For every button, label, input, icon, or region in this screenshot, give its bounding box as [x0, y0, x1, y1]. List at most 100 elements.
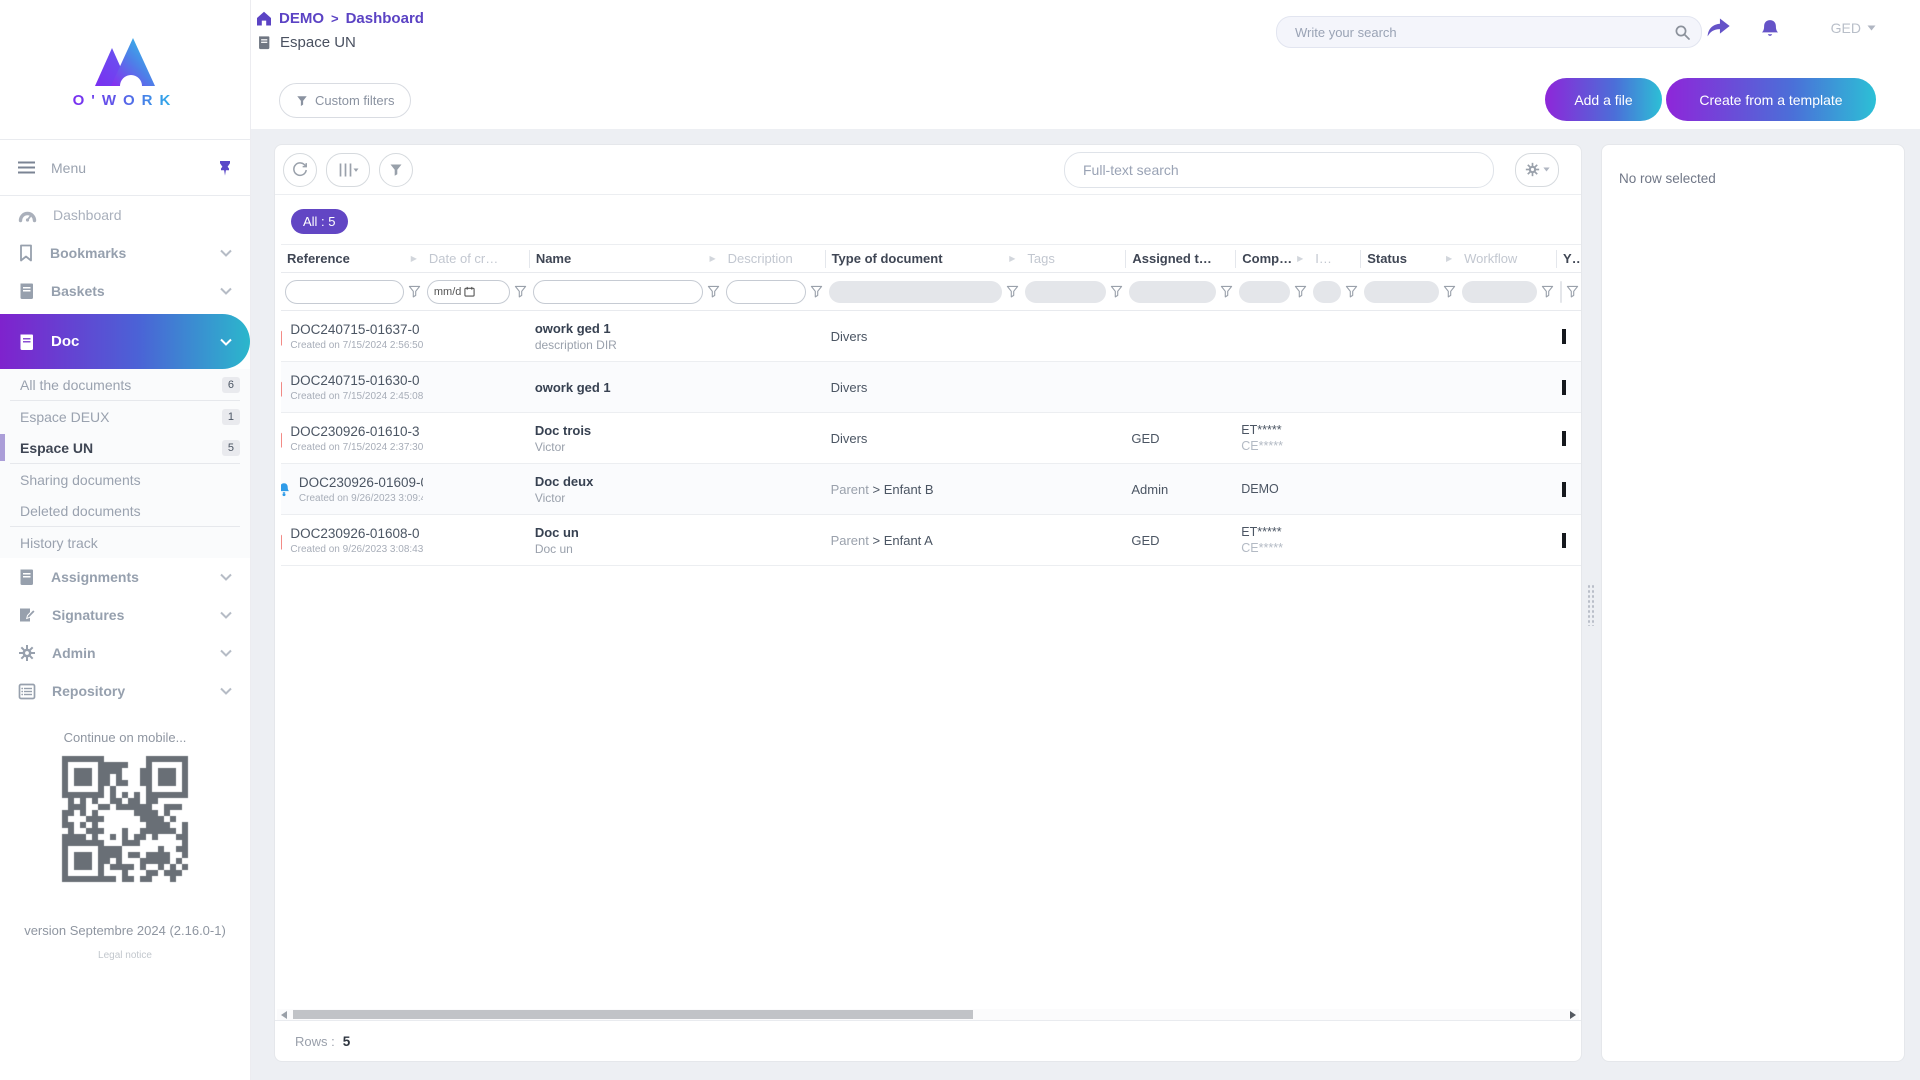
refresh-button[interactable]	[283, 152, 317, 187]
sidebar-item-assignments[interactable]: Assignments	[0, 558, 250, 596]
column-filter-select[interactable]	[1313, 280, 1342, 303]
column-header[interactable]: Type of document ▶	[824, 249, 1022, 268]
company-cell	[1235, 362, 1309, 412]
scroll-right-arrow-icon[interactable]	[1570, 1010, 1576, 1019]
notifications-button[interactable]	[1758, 17, 1782, 41]
filter-funnel-icon[interactable]	[1294, 285, 1307, 298]
table-row[interactable]: DOC240715-01637-0 Created on 7/15/2024 2:…	[281, 311, 1581, 362]
column-filter-select[interactable]	[1239, 280, 1291, 303]
columns-button[interactable]	[326, 152, 370, 187]
filter-funnel-icon[interactable]	[1220, 285, 1233, 298]
sort-arrow-icon[interactable]: ▶	[710, 254, 718, 263]
column-filter-select[interactable]	[1560, 280, 1562, 303]
column-filter-select[interactable]	[1364, 280, 1440, 303]
filter-funnel-icon[interactable]	[810, 285, 823, 298]
column-header[interactable]: Description	[722, 250, 825, 268]
fulltext-search[interactable]	[1064, 151, 1494, 188]
sidebar-subitem-all-the-documents[interactable]: All the documents 6	[0, 369, 250, 400]
sort-arrow-icon[interactable]: ▶	[1297, 254, 1305, 263]
create-from-template-button[interactable]: Create from a template	[1666, 78, 1876, 121]
description-cell	[722, 413, 825, 463]
column-filter-select[interactable]	[1462, 280, 1538, 303]
column-header[interactable]: Workflow	[1458, 250, 1556, 268]
column-filter-select[interactable]	[828, 280, 1003, 303]
sidebar-subitem-espace-un[interactable]: Espace UN 5	[0, 432, 250, 463]
home-icon[interactable]	[256, 11, 272, 26]
sidebar-subitem-history-track[interactable]: History track	[0, 527, 250, 558]
column-header[interactable]: Comp… ▶	[1235, 249, 1309, 268]
table-row[interactable]: DOC230926-01608-0 Created on 9/26/2023 3:…	[281, 515, 1581, 566]
type-child: > Enfant A	[868, 532, 933, 548]
filter-funnel-icon[interactable]	[1541, 285, 1554, 298]
filter-funnel-icon[interactable]	[1443, 285, 1456, 298]
sort-arrow-icon[interactable]: ▶	[1009, 254, 1017, 263]
column-filter-input[interactable]	[725, 279, 806, 304]
column-filter-select[interactable]	[1129, 280, 1217, 303]
sidebar-subitem-espace-deux[interactable]: Espace DEUX 1	[0, 401, 250, 432]
sort-arrow-icon[interactable]: ▶	[411, 254, 419, 263]
legal-notice-link[interactable]: Legal notice	[0, 950, 250, 961]
global-search-input[interactable]	[1293, 23, 1674, 41]
horizontal-scrollbar[interactable]	[277, 1009, 1579, 1020]
column-header[interactable]: Reference ▶	[281, 250, 423, 268]
custom-filters-button[interactable]: Custom filters	[279, 83, 412, 118]
scrollbar-thumb[interactable]	[293, 1010, 973, 1019]
chevron-down-icon	[220, 573, 232, 581]
column-header[interactable]: I…	[1309, 250, 1360, 268]
column-header[interactable]: Status ▶	[1360, 249, 1458, 268]
document-subtitle: Doc un	[534, 541, 573, 556]
reference-cell: w DOC230926-01609-0 Created on 9/26/2023 3…	[281, 464, 423, 514]
column-header[interactable]: Assigned t…	[1125, 249, 1235, 268]
sidebar-item-dashboard[interactable]: Dashboard	[0, 196, 250, 234]
document-name: Doc un	[534, 524, 579, 540]
tags-cell	[1021, 464, 1125, 514]
filter-funnel-icon[interactable]	[1006, 285, 1019, 298]
share-button[interactable]	[1705, 17, 1731, 39]
fulltext-search-input[interactable]	[1081, 160, 1477, 179]
bookmark-icon	[20, 244, 32, 262]
sidebar-item-signatures[interactable]: Signatures	[0, 596, 250, 634]
column-header[interactable]: Date of cr…	[423, 250, 529, 268]
file-type-icons	[281, 377, 282, 397]
panel-resize-handle[interactable]	[1587, 584, 1595, 626]
sidebar-item-repository[interactable]: Repository	[0, 672, 250, 710]
pdf-file-icon	[281, 432, 282, 448]
sidebar-item-baskets[interactable]: Baskets	[0, 272, 250, 310]
user-menu[interactable]: GED	[1831, 20, 1876, 36]
chevron-down-icon	[220, 649, 232, 657]
filter-funnel-icon[interactable]	[1566, 285, 1579, 298]
column-filter-input[interactable]	[532, 279, 703, 304]
column-header[interactable]: Name ▶	[528, 249, 722, 268]
filter-funnel-icon[interactable]	[1345, 285, 1358, 298]
sidebar-subitem-deleted-documents[interactable]: Deleted documents	[0, 495, 250, 526]
breadcrumb-current[interactable]: Dashboard	[346, 10, 424, 27]
sort-arrow-icon[interactable]: ▶	[1446, 254, 1454, 263]
pin-icon[interactable]	[218, 160, 232, 176]
sidebar-item-doc[interactable]: Doc	[0, 314, 250, 369]
breadcrumb-root[interactable]: DEMO	[279, 10, 324, 27]
global-search[interactable]	[1276, 16, 1702, 48]
caret-down-icon	[1542, 167, 1550, 172]
column-filter-select[interactable]	[1025, 280, 1107, 303]
all-count-badge[interactable]: All : 5	[291, 209, 348, 234]
filter-funnel-icon[interactable]	[1110, 285, 1123, 298]
table-row[interactable]: DOC230926-01610-3 Created on 7/15/2024 2:…	[281, 413, 1581, 464]
grid-filter-button[interactable]	[379, 152, 413, 187]
filter-funnel-icon[interactable]	[514, 285, 527, 298]
filter-funnel-icon[interactable]	[707, 285, 720, 298]
sidebar-subitem-sharing-documents[interactable]: Sharing documents	[0, 464, 250, 495]
sidebar-item-bookmarks[interactable]: Bookmarks	[0, 234, 250, 272]
date-filter-input[interactable]: mm/d	[426, 279, 510, 304]
column-filter-input[interactable]	[285, 279, 404, 304]
table-row[interactable]: DOC240715-01630-0 Created on 7/15/2024 2:…	[281, 362, 1581, 413]
add-file-button[interactable]: Add a file	[1545, 78, 1662, 121]
filter-funnel-icon[interactable]	[408, 285, 421, 298]
sidebar-item-admin[interactable]: Admin	[0, 634, 250, 672]
grid-settings-button[interactable]	[1515, 152, 1559, 187]
menu-toggle[interactable]: Menu	[0, 139, 250, 196]
column-header[interactable]: Tags	[1021, 250, 1125, 268]
column-header[interactable]: Y…	[1556, 249, 1581, 268]
table-row[interactable]: w DOC230926-01609-0 Created on 9/26/2023 3…	[281, 464, 1581, 515]
search-icon[interactable]	[1674, 24, 1691, 41]
scroll-left-arrow-icon[interactable]	[281, 1010, 287, 1019]
